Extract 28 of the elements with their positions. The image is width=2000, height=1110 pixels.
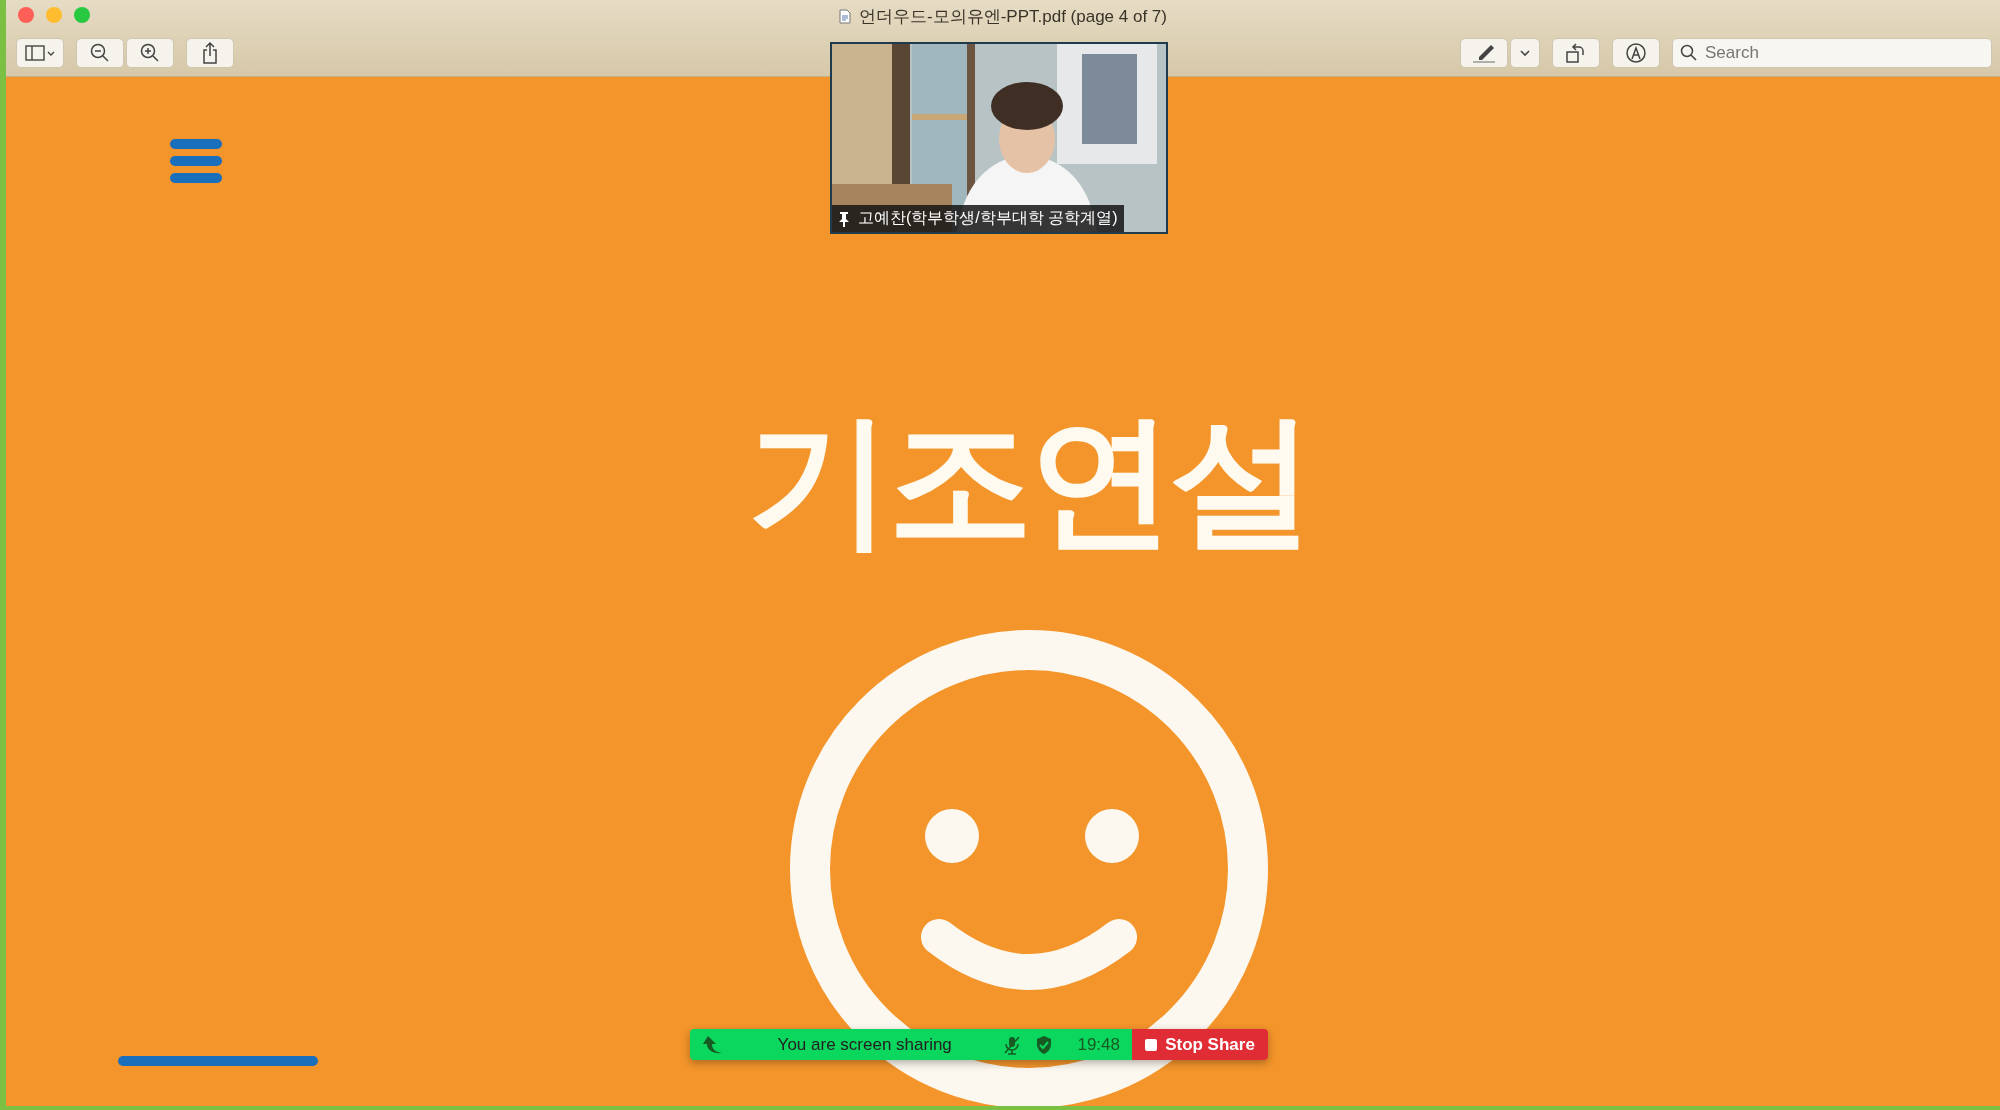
slide-title: 기조연설 — [747, 401, 1311, 561]
rotate-button[interactable] — [1552, 38, 1600, 68]
highlighter-icon — [1471, 42, 1497, 64]
share-button[interactable] — [186, 38, 234, 68]
zoom-out-button[interactable] — [76, 38, 124, 68]
highlight-menu-button[interactable] — [1510, 38, 1540, 68]
caret-icon — [1519, 49, 1531, 57]
zoom-out-icon — [89, 42, 111, 64]
shield-icon — [1035, 1034, 1054, 1055]
elapsed-time: 19:48 — [1077, 1034, 1120, 1055]
highlight-button[interactable] — [1460, 38, 1508, 68]
muted-microphone-icon — [1003, 1034, 1022, 1055]
stop-share-button[interactable]: Stop Share — [1132, 1029, 1268, 1060]
menu-icon — [170, 139, 222, 183]
zoom-in-icon — [139, 42, 161, 64]
sidebar-button[interactable] — [16, 38, 64, 68]
window-title: 언더우드-모의유엔-PPT.pdf (page 4 of 7) — [859, 6, 1167, 28]
search-icon — [1680, 44, 1698, 62]
share-status: You are screen sharing — [776, 1034, 953, 1055]
zoom-in-button[interactable] — [126, 38, 174, 68]
share-icon — [200, 41, 220, 65]
search-field[interactable]: Search — [1672, 38, 1992, 68]
participant-name: 고예찬(학부학생/학부대학 공학계열) — [858, 208, 1118, 228]
pin-icon — [838, 210, 850, 227]
markup-icon — [1624, 41, 1648, 65]
document-icon — [839, 9, 851, 24]
sidebar-icon — [24, 44, 56, 62]
markup-button[interactable] — [1612, 38, 1660, 68]
